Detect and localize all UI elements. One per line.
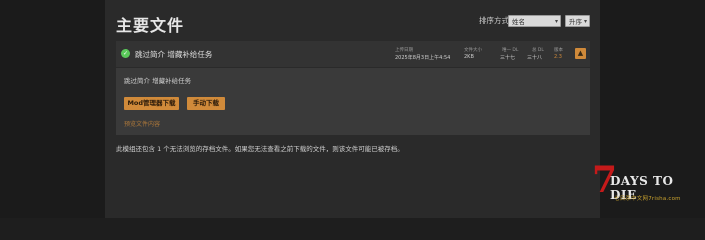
version-label: 版本: [554, 48, 563, 53]
upload-date-label: 上传日期: [395, 48, 413, 53]
logo-subtitle: 七日杀中文网7risha.com: [614, 196, 681, 202]
collapse-toggle-button[interactable]: ▲: [575, 48, 586, 59]
divider: [116, 67, 590, 68]
check-circle-icon: ✓: [121, 49, 130, 58]
version-value: 2.3: [554, 54, 562, 60]
file-size-label: 文件大小: [464, 48, 482, 53]
left-background: [0, 0, 105, 218]
file-header[interactable]: ✓ 跳过简介 增藏补给任务 上传日期 2025年8月3日上午4:54 文件大小 …: [116, 41, 590, 67]
unique-dl-value: 三十七: [500, 55, 516, 61]
sort-by-select[interactable]: 姓名 ▾: [508, 15, 561, 27]
file-panel: ✓ 跳过简介 增藏补给任务 上传日期 2025年8月3日上午4:54 文件大小 …: [116, 41, 590, 135]
file-name: 跳过简介 增藏补给任务: [135, 50, 213, 59]
total-dl-label: 总 DL: [532, 48, 544, 53]
mod-manager-download-button[interactable]: Mod管理器下载: [124, 97, 179, 110]
total-dl-value: 三十八: [527, 55, 543, 61]
manual-download-button[interactable]: 手动下载: [187, 97, 225, 110]
file-size-value: 2KB: [464, 54, 474, 60]
upload-date-value: 2025年8月3日上午4:54: [395, 55, 451, 61]
sort-by-value: 姓名: [512, 18, 525, 26]
preview-file-contents-link[interactable]: 预览文件内容: [124, 119, 160, 128]
chevron-down-icon: ▾: [554, 18, 558, 25]
chevron-down-icon: ▾: [583, 18, 587, 25]
sort-label: 排序方式: [479, 16, 509, 25]
file-description: 跳过简介 增藏补给任务: [124, 77, 192, 85]
page-title: 主要文件: [116, 16, 185, 35]
sort-order-select[interactable]: 升序 ▾: [565, 15, 590, 27]
sort-order-value: 升序: [569, 18, 582, 26]
archived-files-note: 此模组还包含 1 个无法浏览的存档文件。如果您无法查看之前下载的文件，则该文件可…: [116, 145, 404, 153]
watermark-logo: 7 DAYS TO DIE 七日杀中文网7risha.com: [592, 162, 702, 210]
unique-dl-label: 唯一 DL: [502, 48, 519, 53]
